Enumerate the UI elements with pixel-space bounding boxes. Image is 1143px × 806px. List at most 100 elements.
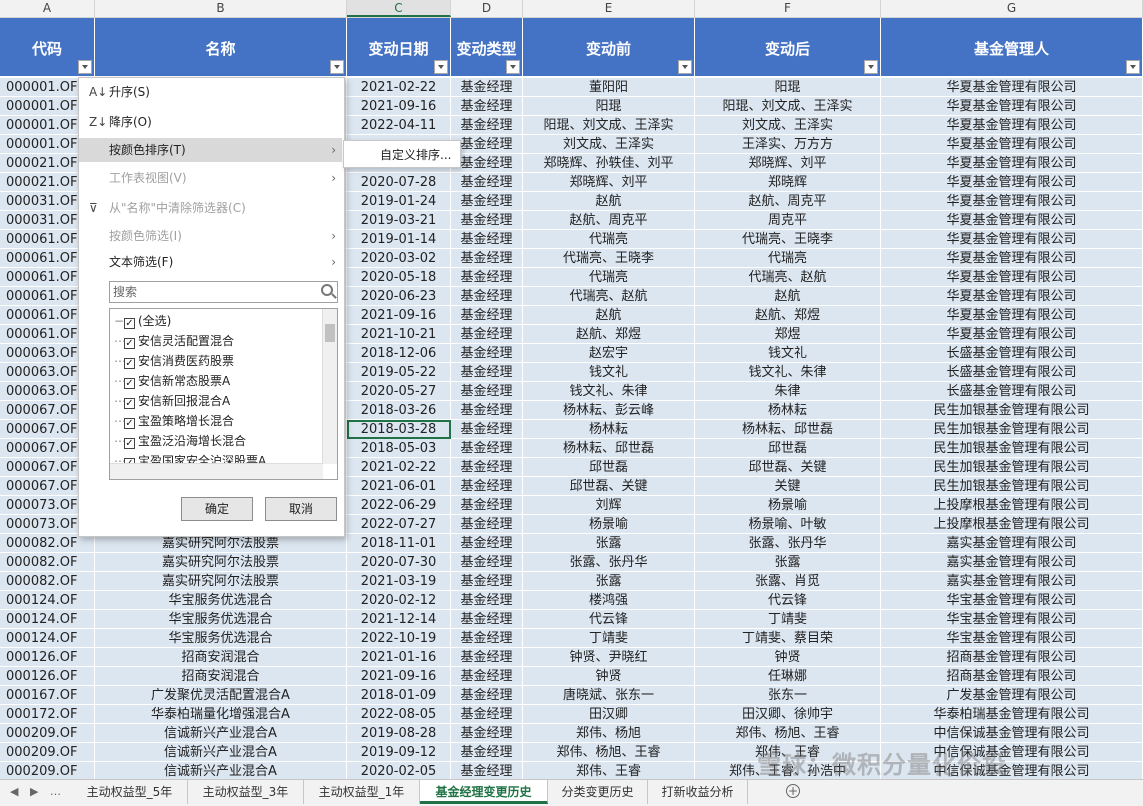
table-cell[interactable]: 民生加银基金管理有限公司 <box>881 439 1143 458</box>
header-cell[interactable]: 代码 <box>0 18 95 76</box>
column-letter-d[interactable]: D <box>451 0 523 17</box>
table-cell[interactable]: 2019-08-28 <box>347 724 451 743</box>
table-cell[interactable]: 华宝服务优选混合 <box>95 591 347 610</box>
table-cell[interactable]: 华宝基金管理有限公司 <box>881 629 1143 648</box>
header-cell[interactable]: 变动类型 <box>451 18 523 76</box>
sheet-tab[interactable]: 分类变更历史 <box>548 780 648 804</box>
table-cell[interactable]: 赵航、郑煜 <box>523 325 695 344</box>
table-cell[interactable]: 基金经理 <box>451 496 523 515</box>
table-cell[interactable]: 华夏基金管理有限公司 <box>881 173 1143 192</box>
table-cell[interactable]: 张东一 <box>695 686 881 705</box>
table-cell[interactable]: 2022-06-29 <box>347 496 451 515</box>
table-cell[interactable]: 华夏基金管理有限公司 <box>881 268 1143 287</box>
table-cell[interactable]: 邱世磊、关键 <box>523 477 695 496</box>
table-cell[interactable]: 000124.OF <box>0 610 95 629</box>
table-cell[interactable]: 基金经理 <box>451 287 523 306</box>
table-cell[interactable]: 招商安润混合 <box>95 667 347 686</box>
table-cell[interactable]: 长盛基金管理有限公司 <box>881 382 1143 401</box>
table-cell[interactable]: 华夏基金管理有限公司 <box>881 154 1143 173</box>
custom-sort-item[interactable]: 自定义排序... <box>380 148 451 162</box>
table-cell[interactable]: 民生加银基金管理有限公司 <box>881 420 1143 439</box>
table-cell[interactable]: 赵航、周克平 <box>695 192 881 211</box>
table-cell[interactable]: 华宝服务优选混合 <box>95 629 347 648</box>
table-cell[interactable]: 华夏基金管理有限公司 <box>881 78 1143 97</box>
table-cell[interactable]: 基金经理 <box>451 192 523 211</box>
table-cell[interactable]: 郑煜 <box>695 325 881 344</box>
filter-option[interactable]: ⋯✓ 宝盈策略增长混合 <box>114 411 234 431</box>
cancel-button[interactable]: 取消 <box>265 497 337 521</box>
table-cell[interactable]: 代瑞亮、王晓李 <box>523 249 695 268</box>
table-cell[interactable]: 刘辉 <box>523 496 695 515</box>
table-cell[interactable]: 张露 <box>523 534 695 553</box>
table-cell[interactable]: 基金经理 <box>451 268 523 287</box>
table-cell[interactable]: 郑伟、杨旭、王睿 <box>523 743 695 762</box>
table-cell[interactable]: 阳琨 <box>523 97 695 116</box>
table-cell[interactable]: 000126.OF <box>0 648 95 667</box>
table-cell[interactable]: 钟贤 <box>523 667 695 686</box>
table-cell[interactable]: 周克平 <box>695 211 881 230</box>
table-cell[interactable]: 基金经理 <box>451 743 523 762</box>
table-cell[interactable]: 郑伟、杨旭、王睿 <box>695 724 881 743</box>
table-cell[interactable]: 基金经理 <box>451 211 523 230</box>
table-cell[interactable]: 张露 <box>523 572 695 591</box>
table-cell[interactable]: 郑晓辉、刘平 <box>523 173 695 192</box>
table-cell[interactable]: 赵宏宇 <box>523 344 695 363</box>
table-cell[interactable]: 基金经理 <box>451 686 523 705</box>
table-cell[interactable]: 邱世磊、关键 <box>695 458 881 477</box>
table-cell[interactable]: 华夏基金管理有限公司 <box>881 192 1143 211</box>
sheet-tab[interactable]: 基金经理变更历史 <box>420 780 548 804</box>
checkbox[interactable]: ✓ <box>124 378 135 389</box>
sheet-view-item[interactable]: 工作表视图(V) › <box>79 166 342 190</box>
filter-option[interactable]: ⋯✓ 安信新常态股票A <box>114 371 230 391</box>
table-cell[interactable]: 2020-05-27 <box>347 382 451 401</box>
table-cell[interactable]: 代瑞亮、王晓李 <box>695 230 881 249</box>
table-cell[interactable]: 嘉实基金管理有限公司 <box>881 572 1143 591</box>
table-cell[interactable]: 田汉卿、徐帅宇 <box>695 705 881 724</box>
sort-ascending-item[interactable]: A↓ 升序(S) <box>79 80 342 104</box>
table-cell[interactable]: 招商安润混合 <box>95 648 347 667</box>
header-cell[interactable]: 基金管理人 <box>881 18 1143 76</box>
table-cell[interactable]: 000126.OF <box>0 667 95 686</box>
table-cell[interactable]: 2018-12-06 <box>347 344 451 363</box>
table-cell[interactable]: 2021-09-16 <box>347 667 451 686</box>
add-sheet-icon[interactable]: + <box>786 784 800 798</box>
table-cell[interactable]: 广发基金管理有限公司 <box>881 686 1143 705</box>
table-cell[interactable]: 2018-05-03 <box>347 439 451 458</box>
table-cell[interactable]: 赵航、周克平 <box>523 211 695 230</box>
table-cell[interactable]: 2022-07-27 <box>347 515 451 534</box>
table-cell[interactable]: 2021-06-01 <box>347 477 451 496</box>
table-cell[interactable]: 基金经理 <box>451 629 523 648</box>
table-cell[interactable]: 钱文礼、朱律 <box>695 363 881 382</box>
table-cell[interactable]: 郑晓辉 <box>695 173 881 192</box>
header-cell[interactable]: 变动后 <box>695 18 881 76</box>
table-cell[interactable]: 基金经理 <box>451 154 523 173</box>
table-cell[interactable]: 2021-12-14 <box>347 610 451 629</box>
table-cell[interactable]: 长盛基金管理有限公司 <box>881 344 1143 363</box>
table-cell[interactable]: 华夏基金管理有限公司 <box>881 287 1143 306</box>
table-cell[interactable]: 基金经理 <box>451 553 523 572</box>
table-cell[interactable]: 王泽实、万方方 <box>695 135 881 154</box>
column-letter-f[interactable]: F <box>695 0 881 17</box>
sort-by-color-item[interactable]: 按颜色排序(T) › <box>79 138 342 162</box>
table-cell[interactable]: 上投摩根基金管理有限公司 <box>881 515 1143 534</box>
checkbox[interactable]: ✓ <box>124 438 135 449</box>
table-cell[interactable]: 钟贤、尹晓红 <box>523 648 695 667</box>
table-cell[interactable]: 杨林耘、邱世磊 <box>523 439 695 458</box>
table-cell[interactable]: 田汉卿 <box>523 705 695 724</box>
filter-dropdown-button[interactable] <box>506 60 520 74</box>
table-cell[interactable]: 基金经理 <box>451 173 523 192</box>
header-cell[interactable]: 名称 <box>95 18 347 76</box>
table-cell[interactable]: 丁靖斐 <box>695 610 881 629</box>
table-cell[interactable]: 000082.OF <box>0 553 95 572</box>
filter-dropdown-button[interactable] <box>1126 60 1140 74</box>
clear-filter-item[interactable]: ⊽ 从"名称"中清除筛选器(C) <box>79 196 342 220</box>
table-cell[interactable]: 信诚新兴产业混合A <box>95 743 347 762</box>
table-cell[interactable]: 赵航 <box>523 192 695 211</box>
table-cell[interactable]: 2021-10-21 <box>347 325 451 344</box>
table-cell[interactable]: 基金经理 <box>451 135 523 154</box>
table-cell[interactable]: 华宝基金管理有限公司 <box>881 591 1143 610</box>
table-cell[interactable]: 基金经理 <box>451 230 523 249</box>
table-cell[interactable]: 基金经理 <box>451 724 523 743</box>
table-cell[interactable]: 钱文礼、朱律 <box>523 382 695 401</box>
table-cell[interactable]: 2019-01-14 <box>347 230 451 249</box>
